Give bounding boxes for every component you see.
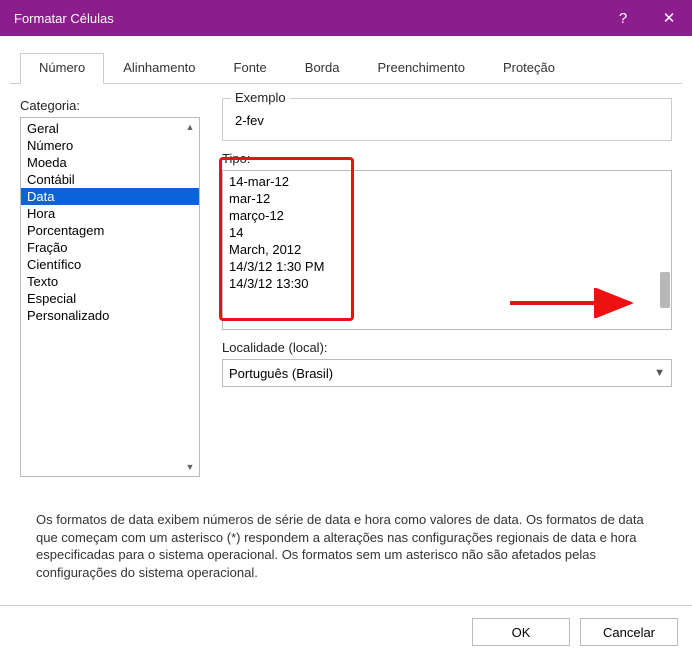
category-listbox[interactable]: GeralNúmeroMoedaContábilDataHoraPorcenta…: [20, 117, 200, 477]
category-item[interactable]: Contábil: [21, 171, 199, 188]
tab-borda[interactable]: Borda: [286, 53, 359, 84]
tab-número[interactable]: Número: [20, 53, 104, 84]
chevron-down-icon: ▼: [654, 367, 665, 379]
scrollbar[interactable]: ▲ ▼: [182, 119, 198, 475]
type-item[interactable]: 14/3/12 13:30: [229, 275, 671, 292]
category-item[interactable]: Fração: [21, 239, 199, 256]
description-text: Os formatos de data exibem números de sé…: [20, 511, 672, 581]
example-legend: Exemplo: [231, 90, 290, 105]
category-item[interactable]: Personalizado: [21, 307, 199, 324]
cancel-button[interactable]: Cancelar: [580, 618, 678, 646]
type-item[interactable]: March, 2012: [229, 241, 671, 258]
type-item[interactable]: mar-12: [229, 190, 671, 207]
category-item[interactable]: Moeda: [21, 154, 199, 171]
scroll-up-icon[interactable]: ▲: [182, 119, 198, 135]
titlebar: Formatar Células ? ✕: [0, 0, 692, 36]
help-button[interactable]: ?: [600, 0, 646, 36]
example-group: Exemplo 2-fev: [222, 98, 672, 141]
category-item[interactable]: Texto: [21, 273, 199, 290]
type-item[interactable]: 14: [229, 224, 671, 241]
category-item[interactable]: Número: [21, 137, 199, 154]
dialog-footer: OK Cancelar: [0, 605, 692, 658]
type-listbox[interactable]: 14-mar-12mar-12março-1214March, 201214/3…: [222, 170, 672, 330]
tab-bar: NúmeroAlinhamentoFonteBordaPreenchimento…: [10, 52, 682, 84]
category-item[interactable]: Data: [21, 188, 199, 205]
category-item[interactable]: Especial: [21, 290, 199, 307]
category-item[interactable]: Científico: [21, 256, 199, 273]
type-label: Tipo:: [222, 151, 672, 166]
type-item[interactable]: março-12: [229, 207, 671, 224]
locale-label: Localidade (local):: [222, 340, 672, 355]
locale-select[interactable]: Português (Brasil) ▼: [222, 359, 672, 387]
category-item[interactable]: Porcentagem: [21, 222, 199, 239]
dialog-content: NúmeroAlinhamentoFonteBordaPreenchimento…: [0, 36, 692, 591]
scroll-thumb[interactable]: [660, 272, 670, 308]
tab-alinhamento[interactable]: Alinhamento: [104, 53, 214, 84]
type-item[interactable]: 14/3/12 1:30 PM: [229, 258, 671, 275]
locale-value: Português (Brasil): [229, 366, 333, 381]
type-scrollbar[interactable]: [656, 172, 670, 328]
window-title: Formatar Células: [14, 11, 600, 26]
tab-preenchimento[interactable]: Preenchimento: [358, 53, 483, 84]
ok-button[interactable]: OK: [472, 618, 570, 646]
scroll-down-icon[interactable]: ▼: [182, 459, 198, 475]
close-button[interactable]: ✕: [646, 0, 692, 36]
example-value: 2-fev: [233, 107, 661, 130]
type-item[interactable]: 14-mar-12: [229, 173, 671, 190]
tab-proteção[interactable]: Proteção: [484, 53, 574, 84]
category-item[interactable]: Hora: [21, 205, 199, 222]
category-item[interactable]: Geral: [21, 120, 199, 137]
category-label: Categoria:: [20, 98, 200, 113]
tab-fonte[interactable]: Fonte: [215, 53, 286, 84]
